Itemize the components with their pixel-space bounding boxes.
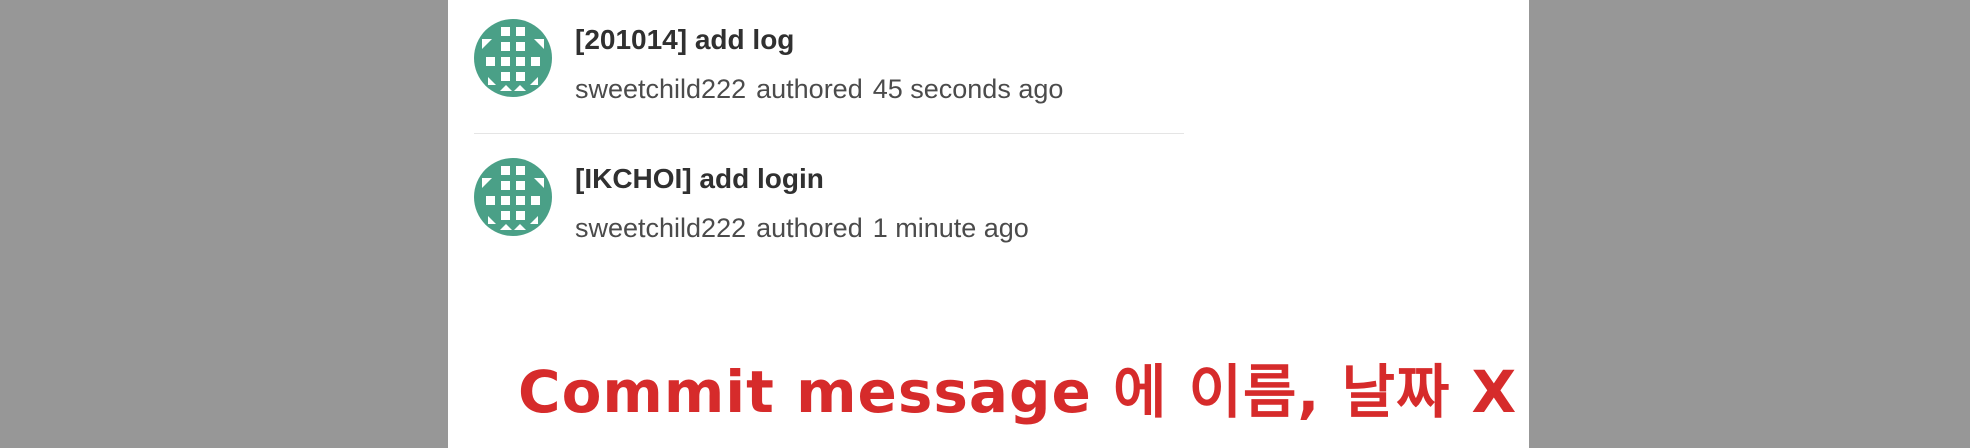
commit-action: authored xyxy=(756,74,863,104)
commit-title[interactable]: [201014] add log xyxy=(575,24,794,56)
identicon-icon xyxy=(474,19,552,97)
commit-time: 45 seconds ago xyxy=(872,74,1064,104)
commit-item[interactable]: [201014] add log sweetchild222 authored 45… xyxy=(474,0,1184,140)
commit-author[interactable]: sweetchild222 xyxy=(575,74,746,104)
annotation-text: Commit message 에 이름, 날짜 X xyxy=(518,358,1518,426)
commit-action: authored xyxy=(756,213,863,243)
commit-meta: sweetchild222 authored 1 minute ago xyxy=(575,213,1029,244)
author-avatar[interactable] xyxy=(474,19,552,97)
commit-list-panel: [201014] add log sweetchild222 authored 45… xyxy=(448,0,1529,448)
commit-time: 1 minute ago xyxy=(872,213,1029,243)
commit-author[interactable]: sweetchild222 xyxy=(575,213,746,243)
identicon-icon xyxy=(474,158,552,236)
author-avatar[interactable] xyxy=(474,158,552,236)
commit-item[interactable]: [IKCHOI] add login sweetchild222 authored… xyxy=(474,136,1184,276)
commit-divider xyxy=(474,133,1184,134)
commit-title[interactable]: [IKCHOI] add login xyxy=(575,163,824,195)
commit-meta: sweetchild222 authored 45 seconds ago xyxy=(575,74,1063,105)
